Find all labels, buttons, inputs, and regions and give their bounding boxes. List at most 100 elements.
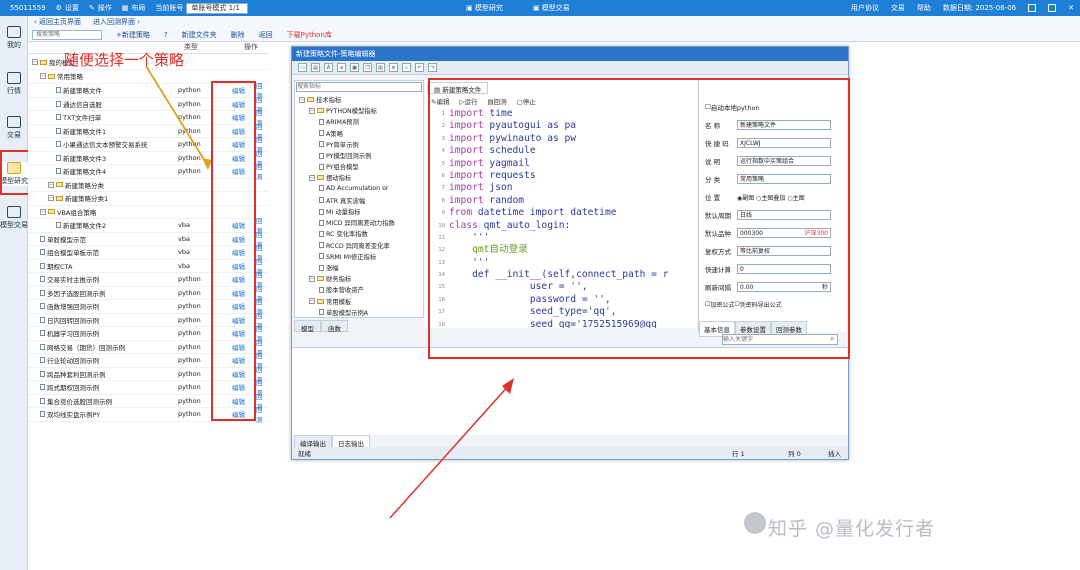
new-strategy-button[interactable]: +新建策略 [116,30,150,40]
folder-icon [307,97,314,102]
collapse-icon[interactable]: − [48,181,54,188]
home-icon [7,26,21,38]
file-icon [40,262,45,269]
font-up-icon[interactable]: A [324,63,333,72]
help-button[interactable]: ? [164,31,168,39]
user-protocol-link[interactable]: 用户协议 [851,3,879,13]
title-bar: 55011559 ⚙ 设置 ✎ 操作 ▦ 布局 当前账号 单账号模式 1/1 ▣ 模型… [0,0,1080,16]
format-icon[interactable]: ≡ [389,63,398,72]
status-ready: 就绪 [298,450,311,458]
indicator-search-input[interactable] [296,82,422,92]
indicator-tree-item[interactable]: PY简单示例 [319,140,359,149]
row-type: python [178,329,201,338]
font-down-icon[interactable]: a [337,63,346,72]
indicator-tree-item[interactable]: SRMI MI修正指标 [319,252,376,261]
tab-model-research[interactable]: ▣ 模型研究 [466,3,503,13]
new-folder-button[interactable]: 新建文件夹 [182,30,217,40]
paste-icon[interactable]: ▥ [376,63,385,72]
find-icon[interactable]: ⌕ [402,63,411,72]
indicator-tree-item[interactable]: ARIMA预测 [319,117,359,126]
collapse-icon[interactable]: − [309,275,315,282]
close-icon[interactable]: ✕ [1068,4,1074,12]
backtest-link[interactable]: 回测 [256,404,268,424]
indicator-tree-item[interactable]: PY组合模型 [319,162,359,171]
collapse-icon[interactable]: − [299,96,305,103]
indicator-tree-item[interactable]: − 财务指标 [309,274,351,283]
folder-icon [48,73,55,79]
row-type: python [178,342,201,351]
enter-backtest-link[interactable]: 进入回测界面 › [93,17,140,27]
row-type: python [178,410,201,419]
file-icon [40,343,45,350]
indicator-tree-item[interactable]: − 摆动指标 [309,173,351,182]
indicator-tree-item[interactable]: − 技术指标 [299,95,341,104]
save-icon[interactable]: ▣ [350,63,359,72]
indicator-tree-item[interactable]: MI 动量指标 [319,207,360,216]
gear-icon: ⚙ [55,4,62,12]
row-name: 小果通达信文本预警交易系统 [63,141,148,150]
indicator-tree-item[interactable]: 股本营收资产 [319,285,364,294]
status-col: 列 0 [788,450,801,458]
collapse-icon[interactable]: − [309,174,315,181]
open-icon[interactable]: ▤ [311,63,320,72]
indicator-tree-item[interactable]: 涨幅 [319,263,339,272]
collapse-icon[interactable]: − [309,107,315,114]
row-name: 组合模型单板示范 [47,249,99,258]
folder-icon [317,108,324,114]
new-file-icon[interactable]: ▭ [298,63,307,72]
collapse-icon[interactable]: − [309,298,315,305]
grid-icon: ▦ [121,4,129,12]
indicator-tree-item[interactable]: − 常用模板 [309,297,351,306]
back-main-link[interactable]: ‹ 返回主页界面 [34,17,81,27]
indicator-tree-item[interactable]: MICD 异同离差动力指数 [319,218,395,227]
file-icon [319,197,324,204]
minimize-icon[interactable] [1028,4,1037,12]
download-python-button[interactable]: 下载Python库 [287,30,332,40]
file-icon [56,222,61,229]
redo-icon[interactable]: ↷ [428,63,437,72]
back-button[interactable]: 返回 [259,30,273,40]
wechat-icon [744,512,766,534]
highlight-editor [428,78,850,359]
indicator-tree-item[interactable]: PY模型回测示例 [319,151,371,160]
tab-model-trade[interactable]: ▣ 模型交易 [533,3,570,13]
indicator-tree-item[interactable]: RCCD 异同离差变化率 [319,241,390,250]
tab-function[interactable]: 函数 [321,320,348,333]
collapse-icon[interactable]: − [32,59,38,66]
row-type: python [178,396,201,405]
indicator-tree-item[interactable]: − PYTHON模型指标 [309,106,377,115]
strategy-search-input[interactable] [32,29,102,40]
sidebar-item-mine[interactable]: 我的 [0,26,28,50]
collapse-icon[interactable]: − [40,73,46,80]
settings-menu[interactable]: ⚙ 设置 [56,3,79,13]
indicator-tree-item[interactable]: 单股模型示例A [319,308,368,317]
undo-icon[interactable]: ↶ [415,63,424,72]
ops-menu[interactable]: ✎ 操作 [89,3,112,13]
maximize-icon[interactable] [1048,4,1057,12]
file-icon [40,316,45,323]
file-icon [319,286,324,293]
indicator-tree-item[interactable]: ATR 真实波幅 [319,196,365,205]
file-icon [319,242,324,249]
collapse-icon[interactable]: − [48,195,54,202]
collapse-icon[interactable]: − [40,208,46,215]
row-name: 双均线实盘示例PY [47,411,101,420]
row-name: 跨式期权回测示例 [47,384,99,393]
indicator-tree-item[interactable]: AD Accumulation or [319,185,389,192]
file-icon [40,370,45,377]
copy-icon[interactable]: ❐ [363,63,372,72]
sidebar-item-quotes[interactable]: 行情 [0,72,28,96]
sidebar-item-trade[interactable]: 交易 [0,116,28,140]
layout-menu[interactable]: ▦ 布局 [122,3,146,13]
row-name: 交易实时主推示例 [47,276,99,285]
tab-model[interactable]: 模型 [294,320,321,333]
delete-button[interactable]: 删除 [231,30,245,40]
editor-toolbar: ▭ ▤ A a ▣ ❐ ▥ ≡ ⌕ ↶ ↷ [292,61,848,75]
sidebar-item-model-trade[interactable]: 模型交易 [0,206,28,230]
account-mode-select[interactable]: 单账号模式 1/1 [186,2,249,14]
trade-link[interactable]: 交易 [891,3,905,13]
file-icon [56,168,61,175]
indicator-tree-item[interactable]: RC 变化率指数 [319,229,368,238]
indicator-tree-item[interactable]: A策略 [319,129,343,138]
help-link[interactable]: 帮助 [917,3,931,13]
